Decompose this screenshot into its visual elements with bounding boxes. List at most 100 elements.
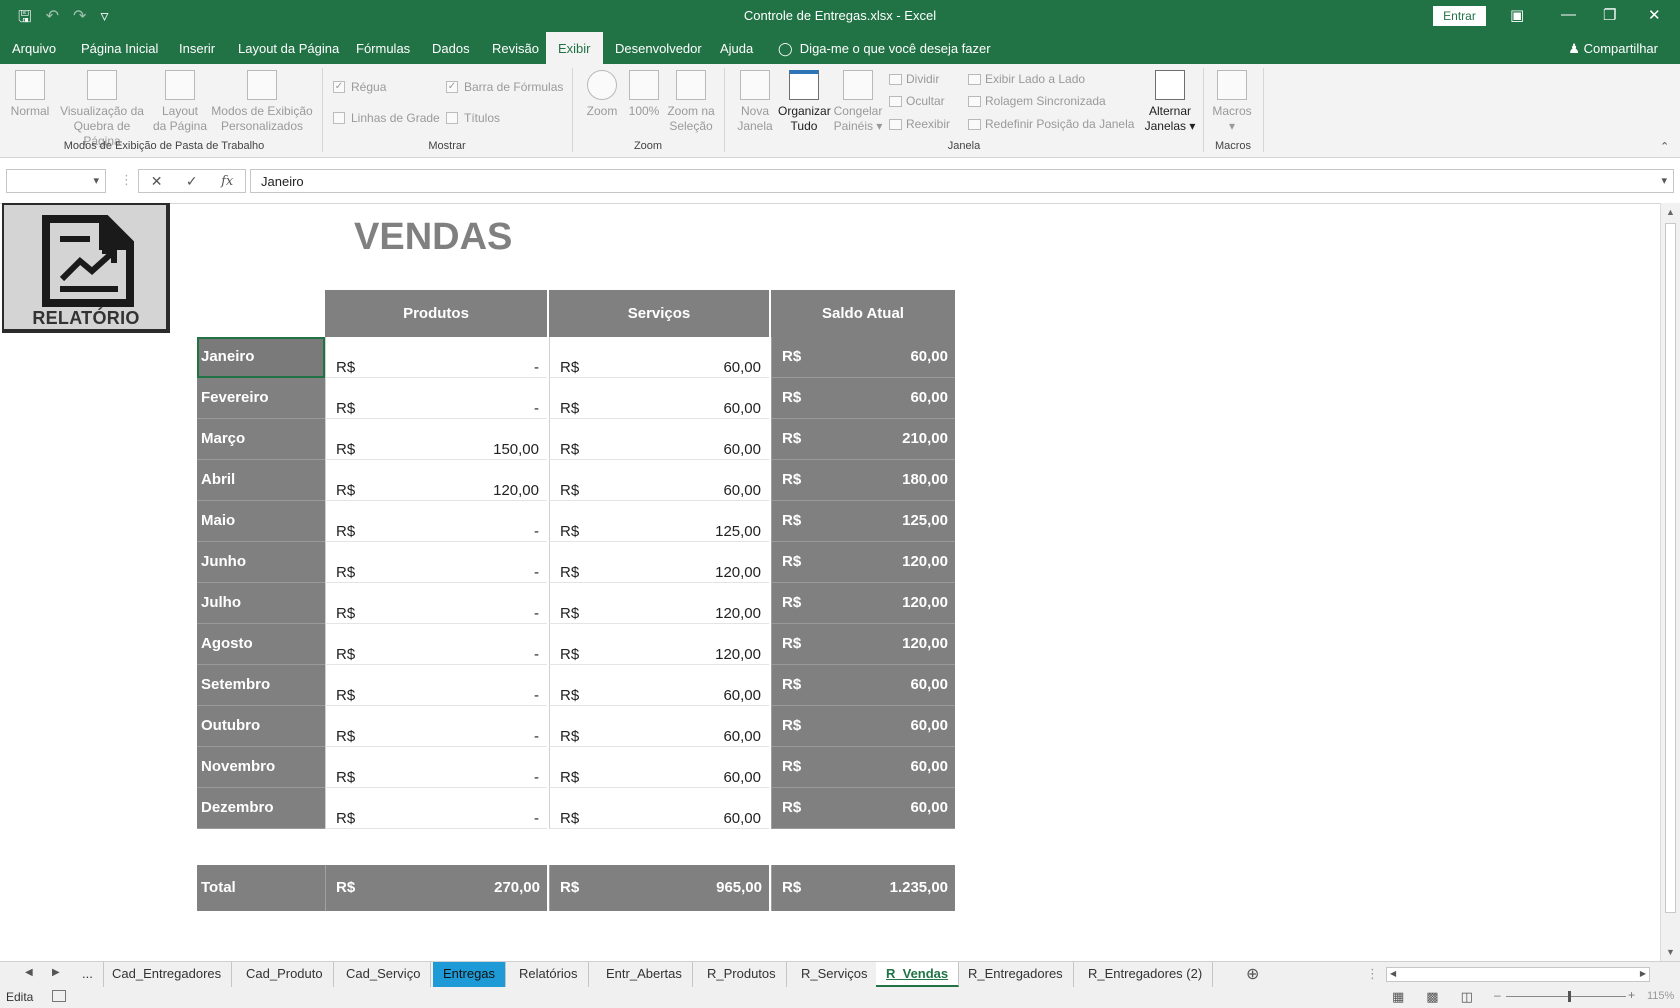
prev-sheet-icon[interactable]: ◀ — [25, 967, 33, 978]
saldo-cell[interactable]: R$ 60,00 — [771, 378, 955, 419]
sheet-tab[interactable]: R_Serviços — [791, 962, 879, 987]
month-cell[interactable]: Janeiro — [197, 337, 325, 378]
name-box[interactable]: ▾ — [6, 169, 106, 193]
formula-bar-checkbox[interactable]: ✓ Barra de Fórmulas — [446, 80, 563, 94]
split-button[interactable]: Dividir — [889, 72, 939, 86]
close-icon[interactable]: ✕ — [1648, 6, 1661, 24]
sheet-tab[interactable]: Cad_Serviço — [336, 962, 432, 987]
servicos-cell[interactable]: R$ 125,00 — [549, 501, 769, 542]
saldo-cell[interactable]: R$ 60,00 — [771, 337, 955, 378]
tab-arquivo[interactable]: Arquivo — [12, 41, 56, 56]
month-cell[interactable]: Abril — [197, 460, 325, 501]
sheet-tab[interactable]: Entr_Abertas — [596, 962, 693, 987]
scroll-down-icon[interactable]: ▼ — [1666, 947, 1675, 957]
view-side-by-side-button[interactable]: Exibir Lado a Lado — [968, 72, 1085, 86]
zoom-100-button[interactable]: 100% — [626, 70, 662, 119]
month-cell[interactable]: Julho — [197, 583, 325, 624]
saldo-cell[interactable]: R$ 120,00 — [771, 624, 955, 665]
zoom-in-icon[interactable]: + — [1628, 988, 1635, 1002]
cancel-icon[interactable]: ✕ — [151, 173, 163, 190]
total-saldo-cell[interactable]: R$ 1.235,00 — [771, 865, 955, 911]
tabs-splitter-icon[interactable]: ⋮ — [1366, 966, 1379, 982]
share-button[interactable]: ♟ Compartilhar — [1568, 41, 1658, 57]
month-cell[interactable]: Dezembro — [197, 788, 325, 829]
total-label-cell[interactable]: Total — [197, 865, 325, 911]
switch-windows-button[interactable]: Alternar Janelas ▾ — [1142, 70, 1198, 134]
collapse-ribbon-icon[interactable]: ⌃ — [1660, 140, 1669, 153]
tab-inserir[interactable]: Inserir — [179, 41, 215, 56]
minimize-icon[interactable]: — — [1561, 6, 1576, 23]
produtos-cell[interactable]: R$ - — [325, 788, 547, 829]
sheet-tab[interactable]: R_Vendas — [876, 962, 960, 987]
servicos-cell[interactable]: R$ 60,00 — [549, 378, 769, 419]
header-saldo-atual[interactable]: Saldo Atual — [771, 290, 955, 337]
tab-ajuda[interactable]: Ajuda — [720, 41, 753, 56]
ribbon-display-options-icon[interactable]: ▣ — [1510, 6, 1524, 24]
formula-input[interactable]: Janeiro ▾ — [250, 169, 1674, 193]
saldo-cell[interactable]: R$ 60,00 — [771, 747, 955, 788]
saldo-cell[interactable]: R$ 120,00 — [771, 542, 955, 583]
tab-pagina-inicial[interactable]: Página Inicial — [81, 41, 158, 56]
produtos-cell[interactable]: R$ - — [325, 665, 547, 706]
month-cell[interactable]: Agosto — [197, 624, 325, 665]
more-sheets-button[interactable]: ... — [72, 962, 104, 987]
next-sheet-icon[interactable]: ▶ — [52, 967, 60, 978]
servicos-cell[interactable]: R$ 60,00 — [549, 788, 769, 829]
add-sheet-icon[interactable]: ⊕ — [1246, 964, 1259, 984]
scroll-up-icon[interactable]: ▲ — [1666, 207, 1675, 217]
tell-me-search[interactable]: ◯ Diga-me o que você deseja fazer — [778, 41, 991, 57]
saldo-cell[interactable]: R$ 60,00 — [771, 788, 955, 829]
produtos-cell[interactable]: R$ - — [325, 501, 547, 542]
produtos-cell[interactable]: R$ - — [325, 337, 547, 378]
page-layout-view-icon[interactable]: ▩ — [1426, 989, 1438, 1005]
normal-view-button[interactable]: Normal — [8, 70, 52, 119]
sheet-tab[interactable]: Entregas — [433, 962, 507, 987]
tab-dados[interactable]: Dados — [432, 41, 470, 56]
produtos-cell[interactable]: R$ 150,00 — [325, 419, 547, 460]
synchronous-scrolling-button[interactable]: Rolagem Sincronizada — [968, 94, 1106, 108]
saldo-cell[interactable]: R$ 120,00 — [771, 583, 955, 624]
enter-icon[interactable]: ✓ — [186, 173, 198, 190]
custom-views-button[interactable]: Modos de Exibição Personalizados — [208, 70, 316, 134]
total-servicos-cell[interactable]: R$ 965,00 — [549, 865, 769, 911]
scroll-thumb[interactable] — [1665, 223, 1676, 913]
produtos-cell[interactable]: R$ - — [325, 542, 547, 583]
tab-layout-da-pagina[interactable]: Layout da Página — [238, 41, 339, 56]
zoom-slider-knob[interactable] — [1568, 991, 1571, 1002]
total-produtos-cell[interactable]: R$ 270,00 — [325, 865, 547, 911]
page-layout-button[interactable]: Layout da Página — [152, 70, 208, 134]
servicos-cell[interactable]: R$ 60,00 — [549, 337, 769, 378]
expand-formula-bar-icon[interactable]: ▾ — [1661, 174, 1667, 187]
sheet-tab[interactable]: R_Entregadores (2) — [1078, 962, 1214, 987]
headings-checkbox[interactable]: Títulos — [446, 111, 500, 125]
produtos-cell[interactable]: R$ - — [325, 583, 547, 624]
servicos-cell[interactable]: R$ 120,00 — [549, 624, 769, 665]
month-cell[interactable]: Novembro — [197, 747, 325, 788]
macros-button[interactable]: Macros ▾ — [1209, 70, 1255, 134]
header-produtos[interactable]: Produtos — [325, 290, 547, 337]
produtos-cell[interactable]: R$ - — [325, 747, 547, 788]
month-cell[interactable]: Outubro — [197, 706, 325, 747]
saldo-cell[interactable]: R$ 180,00 — [771, 460, 955, 501]
restore-icon[interactable]: ❐ — [1603, 6, 1616, 24]
chevron-down-icon[interactable]: ▾ — [93, 174, 99, 187]
tab-formulas[interactable]: Fórmulas — [356, 41, 410, 56]
scroll-right-icon[interactable]: ▶ — [1640, 969, 1646, 978]
sheet-tab[interactable]: Cad_Entregadores — [102, 962, 233, 987]
produtos-cell[interactable]: R$ - — [325, 706, 547, 747]
macro-recording-icon[interactable] — [52, 990, 66, 1002]
saldo-cell[interactable]: R$ 210,00 — [771, 419, 955, 460]
zoom-to-selection-button[interactable]: Zoom na Seleção — [664, 70, 718, 134]
produtos-cell[interactable]: R$ - — [325, 378, 547, 419]
zoom-level[interactable]: 115% — [1647, 990, 1674, 1002]
zoom-slider[interactable] — [1506, 996, 1626, 997]
hide-button[interactable]: Ocultar — [889, 94, 945, 108]
header-servicos[interactable]: Serviços — [549, 290, 769, 337]
tab-revisao[interactable]: Revisão — [492, 41, 539, 56]
month-cell[interactable]: Setembro — [197, 665, 325, 706]
month-cell[interactable]: Junho — [197, 542, 325, 583]
sheet-tab[interactable]: R_Entregadores — [958, 962, 1074, 987]
page-break-preview-button[interactable]: Visualização da Quebra de Página — [54, 70, 150, 149]
saldo-cell[interactable]: R$ 125,00 — [771, 501, 955, 542]
page-break-view-icon[interactable]: ◫ — [1461, 989, 1473, 1005]
